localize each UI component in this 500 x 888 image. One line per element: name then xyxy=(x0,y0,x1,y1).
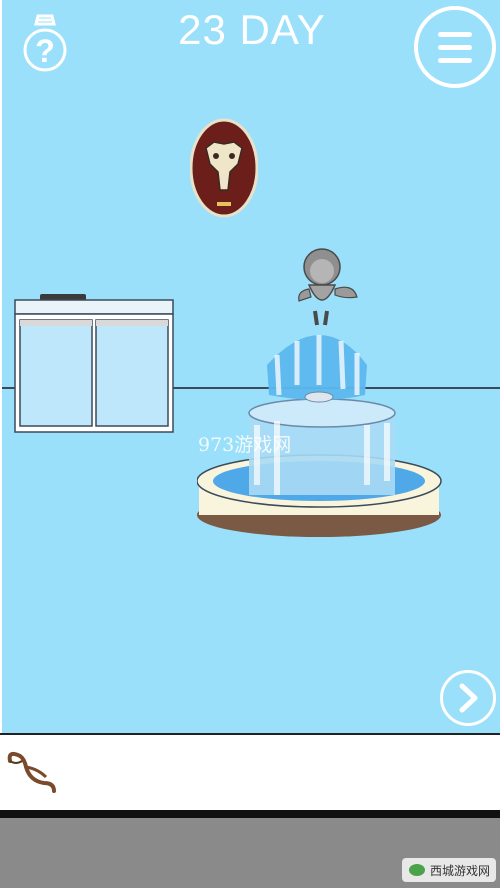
inventory-slot[interactable] xyxy=(4,747,60,797)
cherub-statue xyxy=(298,248,358,326)
menu-button[interactable] xyxy=(414,6,496,88)
hamburger-menu-icon xyxy=(438,32,472,37)
watermark: 973游戏网 xyxy=(198,434,292,456)
chevron-right-icon xyxy=(459,683,478,713)
corner-logo: 西城游戏网 xyxy=(402,858,497,882)
game-scene: 973游戏网 23 DAY ? xyxy=(0,0,500,733)
svg-text:?: ? xyxy=(35,33,55,69)
next-scene-button[interactable] xyxy=(440,670,496,726)
hint-button[interactable]: ? xyxy=(16,6,74,76)
skull-plaque[interactable] xyxy=(190,118,258,218)
cabinet[interactable] xyxy=(14,290,176,435)
lightbulb-question-icon: ? xyxy=(23,14,67,72)
inventory-divider xyxy=(0,810,500,818)
fountain[interactable] xyxy=(197,245,447,545)
logo-icon xyxy=(409,864,425,876)
rope-icon xyxy=(7,751,56,793)
inventory-bar xyxy=(0,733,500,810)
corner-logo-text: 西城游戏网 xyxy=(430,863,491,878)
